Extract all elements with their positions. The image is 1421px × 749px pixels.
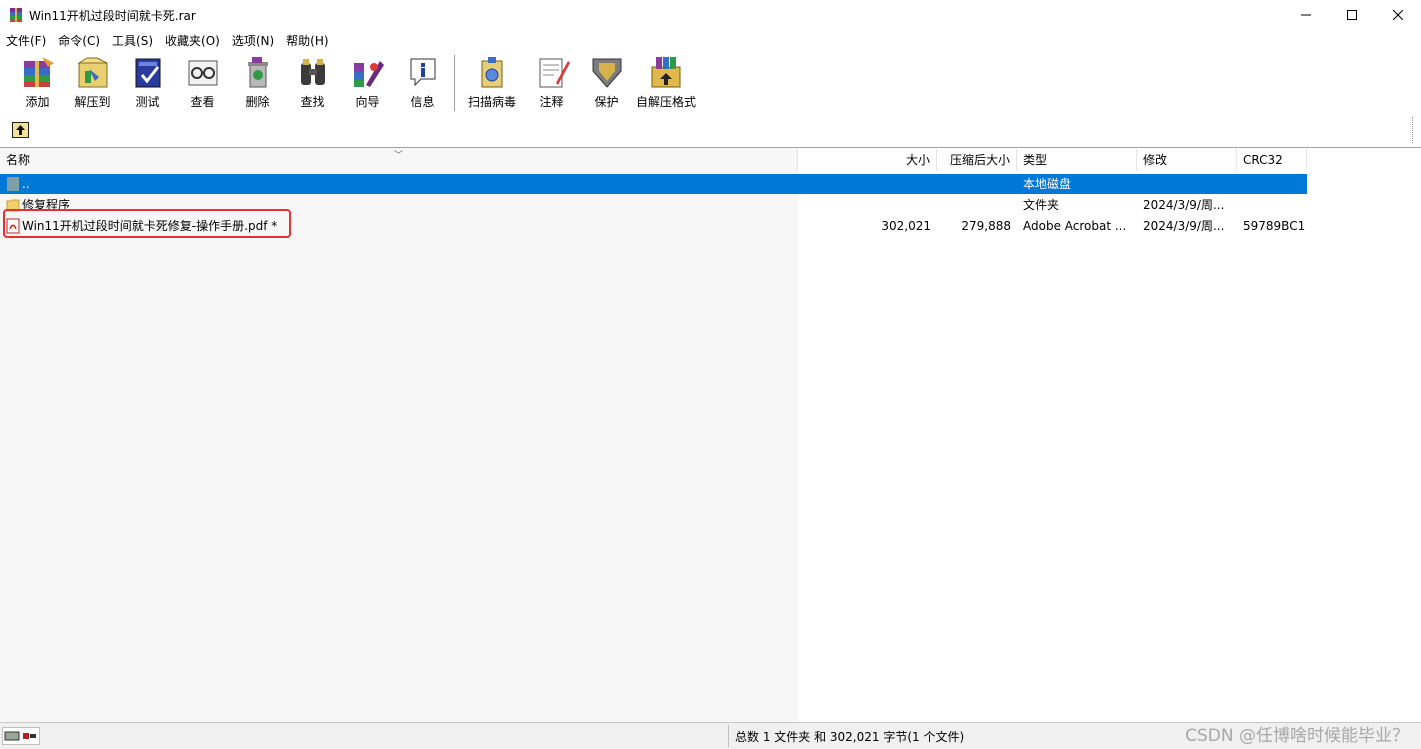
menu-favorites[interactable]: 收藏夹(O) xyxy=(159,31,226,51)
sort-indicator-icon: ﹀ xyxy=(394,151,404,161)
extract-to-label: 解压到 xyxy=(74,95,111,109)
row-modified: 2024/3/9/周... xyxy=(1143,219,1225,233)
add-label: 添加 xyxy=(25,95,50,109)
address-bar xyxy=(0,115,1421,145)
comment-button[interactable]: 注释 xyxy=(524,51,579,111)
delete-icon xyxy=(240,55,276,89)
row-crc xyxy=(1237,174,1307,194)
toolbar-grip[interactable] xyxy=(1412,117,1415,143)
minimize-button[interactable] xyxy=(1283,0,1329,30)
info-button[interactable]: 信息 xyxy=(395,51,450,111)
column-header-packed-label: 压缩后大小 xyxy=(949,153,1010,167)
status-summary: 总数 1 文件夹 和 302,021 字节(1 个文件) xyxy=(735,730,965,744)
minimize-icon xyxy=(1301,14,1311,16)
test-icon xyxy=(130,55,166,89)
row-crc: 59789BC1 xyxy=(1243,219,1306,233)
info-label: 信息 xyxy=(410,95,435,109)
add-button[interactable]: 添加 xyxy=(10,51,65,111)
column-header-type[interactable]: 类型 xyxy=(1017,149,1137,171)
sfx-icon xyxy=(648,55,684,89)
status-bar: 总数 1 文件夹 和 302,021 字节(1 个文件) CSDN @任博啥时候… xyxy=(0,722,1421,749)
row-packed: 279,888 xyxy=(961,219,1011,233)
comment-icon xyxy=(534,55,570,89)
table-row-parent[interactable]: .. 本地磁盘 xyxy=(0,174,1307,194)
watermark: CSDN @任博啥时候能毕业？ xyxy=(1185,726,1409,746)
protect-icon xyxy=(589,55,625,89)
up-arrow-icon xyxy=(16,125,25,135)
row-packed xyxy=(937,195,1017,215)
maximize-button[interactable] xyxy=(1329,0,1375,30)
column-header-size[interactable]: 大小 xyxy=(798,149,937,171)
winrar-icon xyxy=(8,7,24,23)
menu-bar: 文件(F) 命令(C) 工具(S) 收藏夹(O) 选项(N) 帮助(H) xyxy=(0,31,1421,51)
add-archive-icon xyxy=(20,55,56,89)
maximize-icon xyxy=(1347,10,1357,20)
list-header: 名称 ﹀ 大小 压缩后大小 类型 修改 CRC32 xyxy=(0,149,1307,171)
annotation-highlight-box xyxy=(3,209,291,238)
wizard-icon xyxy=(350,55,386,89)
title-bar: Win11开机过段时间就卡死.rar xyxy=(0,0,1421,30)
column-header-packed[interactable]: 压缩后大小 xyxy=(937,149,1017,171)
column-header-name-label: 名称 xyxy=(6,153,31,167)
column-header-modified-label: 修改 xyxy=(1143,153,1168,167)
row-size xyxy=(798,174,937,194)
file-list: 名称 ﹀ 大小 压缩后大小 类型 修改 CRC32 .. 本地磁盘 修复程序 文… xyxy=(0,147,1421,723)
find-label: 查找 xyxy=(300,95,325,109)
view-icon xyxy=(185,55,221,89)
find-button[interactable]: 查找 xyxy=(285,51,340,111)
extract-to-icon xyxy=(75,55,111,89)
close-icon xyxy=(1393,10,1403,20)
comment-label: 注释 xyxy=(539,95,564,109)
menu-help[interactable]: 帮助(H) xyxy=(280,31,334,51)
row-size: 302,021 xyxy=(881,219,931,233)
menu-commands[interactable]: 命令(C) xyxy=(52,31,106,51)
virus-scan-button[interactable]: 扫描病毒 xyxy=(460,51,524,111)
column-header-crc[interactable]: CRC32 xyxy=(1237,149,1307,171)
delete-button[interactable]: 删除 xyxy=(230,51,285,111)
window-title: Win11开机过段时间就卡死.rar xyxy=(29,8,196,23)
menu-file[interactable]: 文件(F) xyxy=(0,31,52,51)
status-separator xyxy=(728,725,729,747)
delete-label: 删除 xyxy=(245,95,270,109)
row-type: 本地磁盘 xyxy=(1023,177,1072,191)
protect-label: 保护 xyxy=(594,95,619,109)
sfx-label: 自解压格式 xyxy=(635,95,696,109)
row-packed xyxy=(937,174,1017,194)
column-header-size-label: 大小 xyxy=(905,153,930,167)
view-button[interactable]: 查看 xyxy=(175,51,230,111)
test-label: 测试 xyxy=(135,95,160,109)
wizard-label: 向导 xyxy=(355,95,380,109)
up-folder-button[interactable] xyxy=(12,122,29,138)
column-header-crc-label: CRC32 xyxy=(1243,153,1283,167)
row-type: Adobe Acrobat ... xyxy=(1023,219,1127,233)
drive-status-icon xyxy=(2,727,40,745)
column-header-modified[interactable]: 修改 xyxy=(1137,149,1237,171)
view-label: 查看 xyxy=(190,95,215,109)
column-header-type-label: 类型 xyxy=(1023,153,1048,167)
virus-scan-icon xyxy=(474,55,510,89)
row-name: .. xyxy=(22,177,30,191)
row-size xyxy=(798,195,937,215)
test-button[interactable]: 测试 xyxy=(120,51,175,111)
row-modified: 2024/3/9/周... xyxy=(1143,198,1225,212)
sfx-button[interactable]: 自解压格式 xyxy=(634,51,698,111)
toolbar: 添加 解压到 测试 查看 删除 查找 向导 信息 扫描病毒 注释 保护 自解压格… xyxy=(0,51,1421,115)
extract-to-button[interactable]: 解压到 xyxy=(65,51,120,111)
close-button[interactable] xyxy=(1375,0,1421,30)
row-modified xyxy=(1137,174,1237,194)
protect-button[interactable]: 保护 xyxy=(579,51,634,111)
row-type: 文件夹 xyxy=(1023,198,1060,212)
menu-tools[interactable]: 工具(S) xyxy=(106,31,159,51)
virus-scan-label: 扫描病毒 xyxy=(467,95,516,109)
toolbar-separator xyxy=(454,55,456,111)
wizard-button[interactable]: 向导 xyxy=(340,51,395,111)
row-crc xyxy=(1237,195,1307,215)
find-icon xyxy=(295,55,331,89)
info-icon xyxy=(405,55,441,89)
menu-options[interactable]: 选项(N) xyxy=(226,31,280,51)
